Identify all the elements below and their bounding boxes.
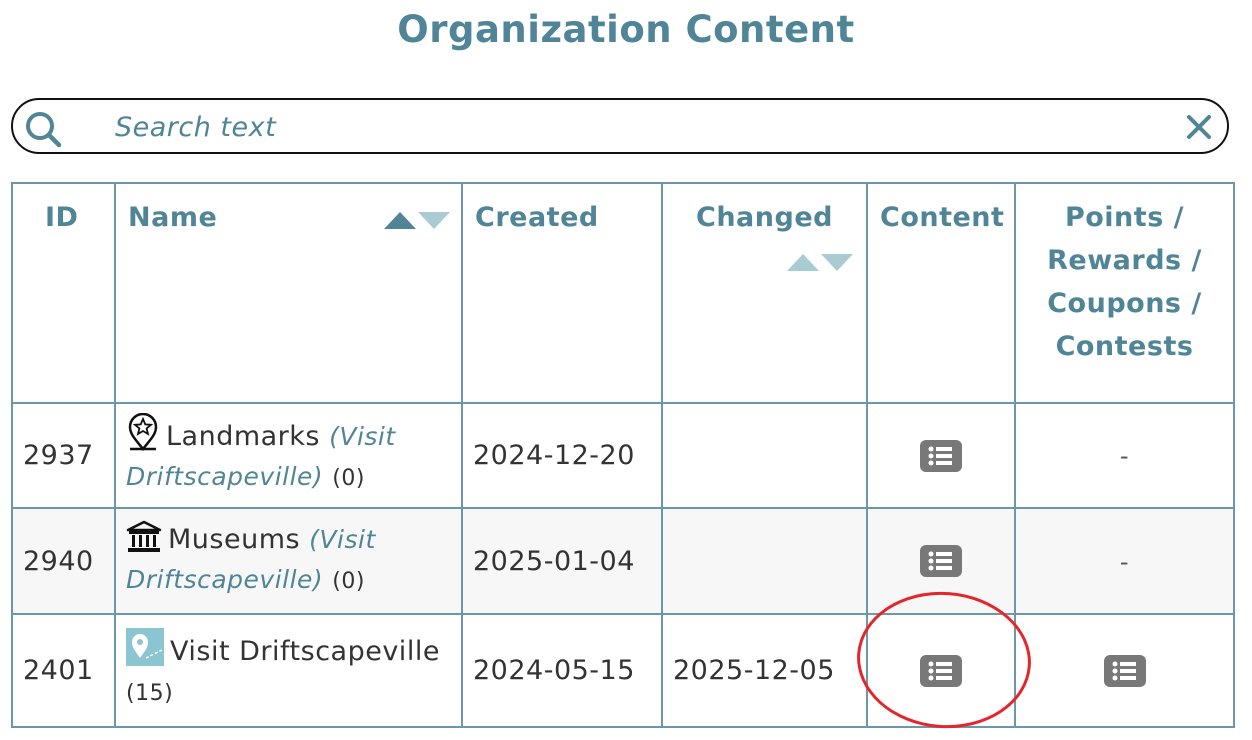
search-bar (11, 98, 1229, 154)
table-header-row: ID Name Created Changed Content Points / (11, 182, 1235, 404)
row-name[interactable]: Museums (168, 524, 300, 555)
map-pin-thumbnail-icon (126, 627, 164, 666)
cell-id: 2937 (11, 402, 116, 509)
museum-icon (126, 520, 162, 552)
cell-created: 2024-12-20 (461, 402, 663, 509)
column-header-points-rewards[interactable]: Points / Rewards / Coupons / Contests (1014, 182, 1235, 404)
clear-search-icon[interactable] (1185, 113, 1213, 141)
cell-content (866, 507, 1016, 615)
column-header-id[interactable]: ID (11, 182, 116, 404)
row-count: (0) (332, 465, 365, 491)
cell-points: - (1014, 507, 1235, 615)
row-name[interactable]: Visit Driftscapeville (170, 636, 440, 667)
sort-arrows-name-icon[interactable] (384, 212, 450, 230)
list-icon (1112, 661, 1136, 681)
table-row: 2937 Landmarks (Visit Driftscapeville) (… (11, 402, 1235, 509)
cell-changed (661, 402, 868, 509)
landmark-pin-icon (128, 412, 158, 451)
content-list-button[interactable] (920, 545, 962, 578)
table-row: 2940 Museums (Visit Driftscapeville) (0) (11, 507, 1235, 615)
content-list-button[interactable] (920, 654, 962, 687)
cell-name: Landmarks (Visit Driftscapeville) (0) (114, 402, 463, 509)
cell-changed: 2025-12-05 (661, 613, 868, 728)
column-header-changed[interactable]: Changed (661, 182, 868, 404)
content-table: ID Name Created Changed Content Points / (11, 182, 1235, 728)
search-icon[interactable] (23, 109, 63, 149)
table-row: 2401 Visit Driftscapeville (15) 2024-05-… (11, 613, 1235, 728)
list-icon (928, 446, 952, 466)
points-list-button[interactable] (1103, 654, 1146, 687)
cell-id: 2401 (11, 613, 116, 728)
cell-created: 2025-01-04 (461, 507, 663, 615)
cell-name: Museums (Visit Driftscapeville) (0) (114, 507, 463, 615)
column-header-content[interactable]: Content (866, 182, 1016, 404)
row-name[interactable]: Landmarks (166, 421, 320, 452)
list-icon (928, 551, 952, 571)
list-icon (928, 661, 952, 681)
cell-created: 2024-05-15 (461, 613, 663, 728)
sort-arrows-changed-icon[interactable] (787, 254, 853, 272)
row-count: (0) (332, 569, 365, 594)
search-input[interactable] (113, 106, 1157, 148)
column-header-name[interactable]: Name (114, 182, 463, 404)
page-title: Organization Content (397, 8, 855, 51)
cell-changed (661, 507, 868, 615)
cell-points (1014, 613, 1235, 728)
row-count: (15) (126, 680, 174, 706)
cell-content (866, 613, 1016, 728)
cell-points: - (1014, 402, 1235, 509)
cell-id: 2940 (11, 507, 116, 615)
content-list-button[interactable] (920, 439, 962, 472)
cell-name: Visit Driftscapeville (15) (114, 613, 463, 728)
column-header-created[interactable]: Created (461, 182, 663, 404)
cell-content (866, 402, 1016, 509)
